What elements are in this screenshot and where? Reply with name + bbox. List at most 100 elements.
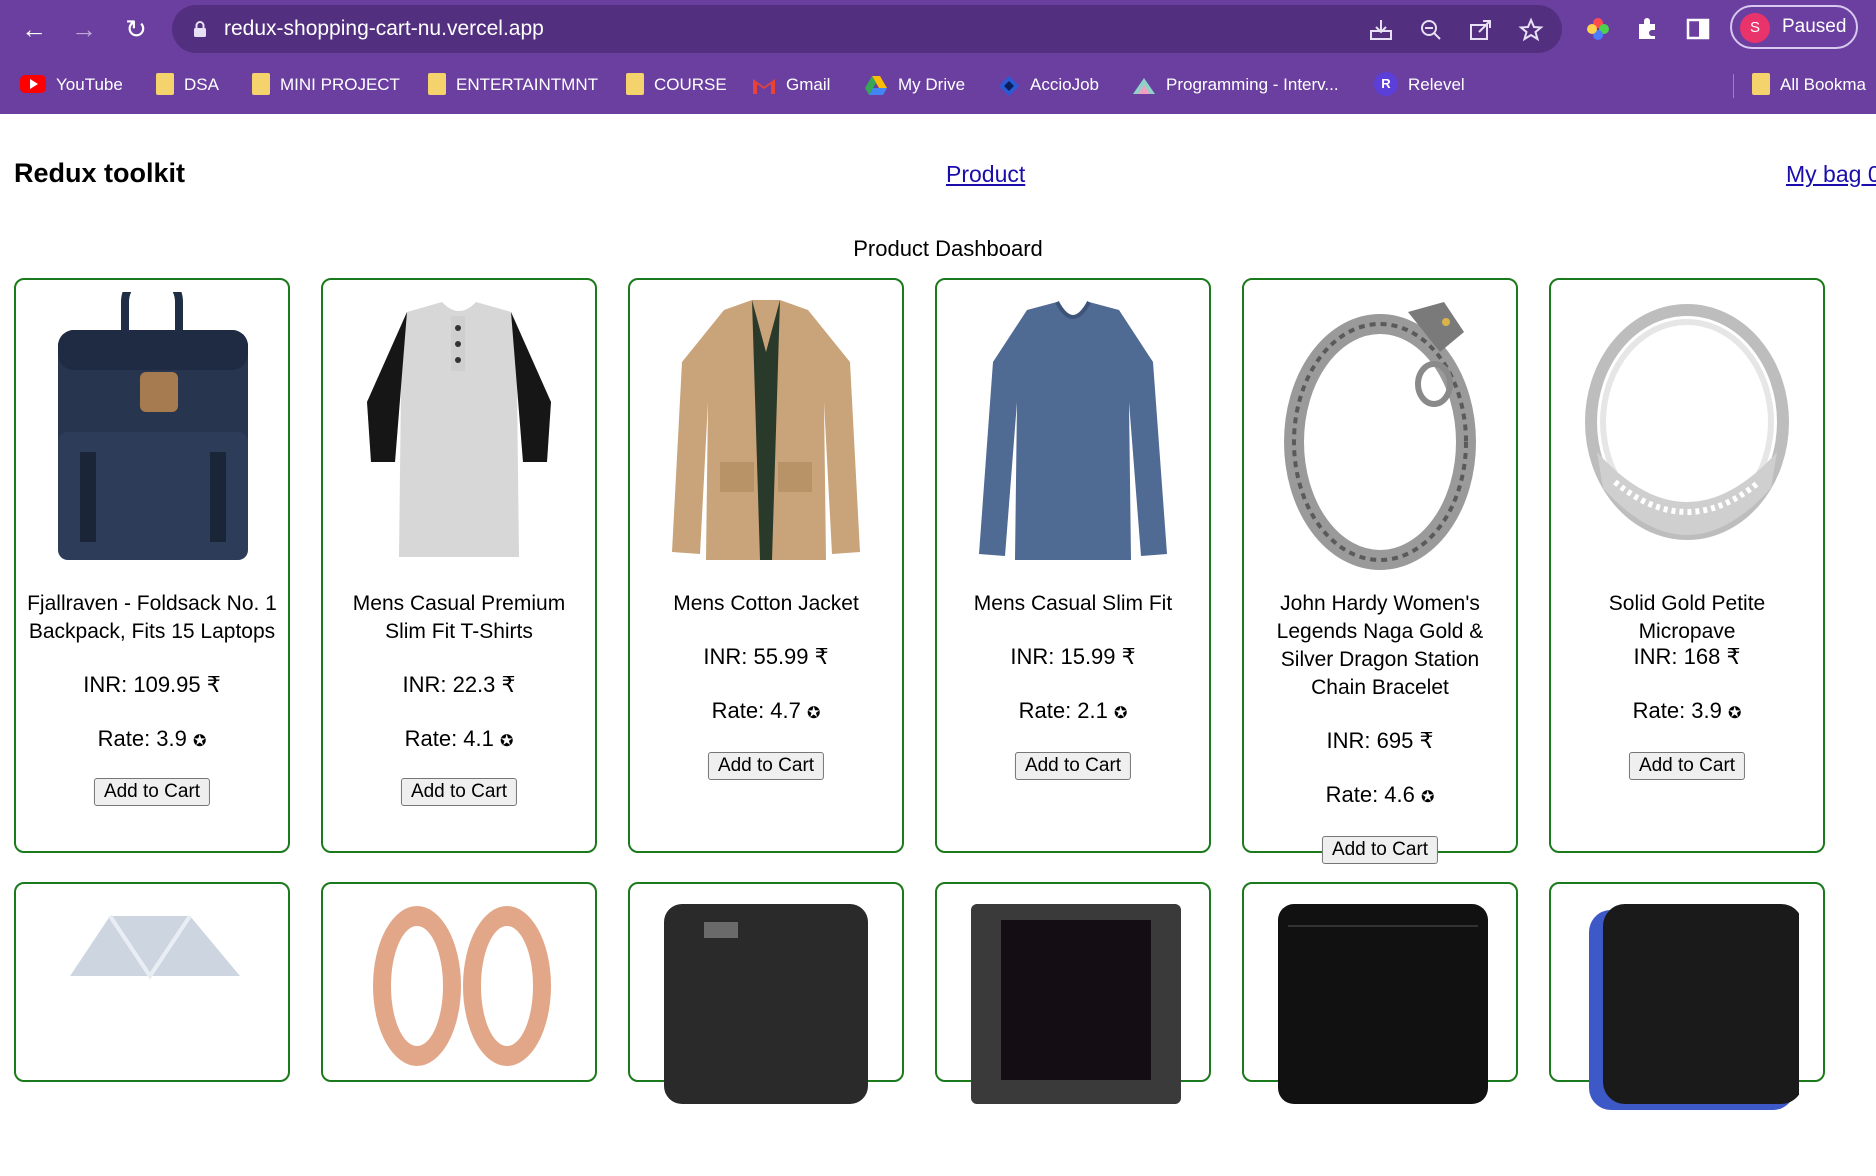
forward-arrow-icon[interactable]: → xyxy=(68,13,100,45)
backpack-image xyxy=(58,292,248,560)
product-card: Mens Cotton Jacket INR: 55.99 ₹ Rate: 4.… xyxy=(628,278,904,853)
product-title: Mens Cotton Jacket xyxy=(673,592,859,615)
ring-image xyxy=(1585,304,1789,540)
product-price: INR: 168 ₹ xyxy=(1633,644,1741,669)
product-card: John Hardy Women's Legends Naga Gold & S… xyxy=(1242,278,1518,864)
bookmarks-divider xyxy=(1733,74,1734,98)
product-title: Fjallraven - Foldsack No. 1 Backpack, Fi… xyxy=(27,592,277,643)
add-to-cart-button[interactable]: Add to Cart xyxy=(1628,752,1746,780)
product-card xyxy=(321,882,597,1082)
reload-icon[interactable]: ↻ xyxy=(120,13,152,45)
share-icon[interactable] xyxy=(1468,17,1494,43)
earrings-image xyxy=(373,906,551,1066)
bookmark-gmail[interactable]: Gmail xyxy=(752,70,830,100)
youtube-icon xyxy=(20,74,46,93)
product-price: INR: 15.99 ₹ xyxy=(1010,644,1136,669)
relevel-icon: R xyxy=(1374,71,1398,96)
address-bar[interactable]: redux-shopping-cart-nu.vercel.app xyxy=(172,5,1562,53)
product-card xyxy=(1242,882,1518,1104)
external-drive-image xyxy=(1589,904,1799,1110)
folder-icon xyxy=(252,72,270,95)
star-icon: ✪ xyxy=(1114,705,1128,722)
install-app-icon[interactable] xyxy=(1368,17,1394,43)
page-title: Redux toolkit xyxy=(14,158,186,188)
bookmark-entertaintmnt[interactable]: ENTERTAINTMNT xyxy=(428,70,598,100)
extensions-puzzle-icon[interactable] xyxy=(1634,15,1662,43)
product-rating: Rate: 4.7 ✪ xyxy=(711,698,821,723)
my-bag-link[interactable]: My bag 0 xyxy=(1786,161,1876,188)
product-link[interactable]: Product xyxy=(946,161,1025,188)
jacket-image xyxy=(672,300,860,560)
hard-drive-image xyxy=(664,904,868,1104)
back-arrow-icon[interactable]: ← xyxy=(18,13,50,45)
profile-button[interactable]: S Paused xyxy=(1730,5,1858,49)
product-rating: Rate: 3.9 ✪ xyxy=(1632,698,1742,723)
product-price: INR: 109.95 ₹ xyxy=(83,672,221,697)
tshirt-image xyxy=(367,302,551,557)
bookmark-my-drive[interactable]: My Drive xyxy=(864,70,965,100)
product-title: Mens Casual Slim Fit xyxy=(973,592,1173,615)
bracelet-image xyxy=(1284,302,1476,570)
bookmark-youtube[interactable]: YouTube xyxy=(20,70,123,100)
product-title: Solid Gold Petite Micropave xyxy=(1608,592,1766,643)
product-card xyxy=(1549,882,1825,1110)
product-card: Mens Casual Slim Fit INR: 15.99 ₹ Rate: … xyxy=(935,278,1211,853)
add-to-cart-button[interactable]: Add to Cart xyxy=(1014,752,1132,780)
folder-icon xyxy=(156,72,174,95)
bookmark-acciojob[interactable]: AccioJob xyxy=(998,70,1099,100)
acciojob-icon xyxy=(999,75,1019,96)
ssd-image xyxy=(1278,904,1488,1104)
ring-image xyxy=(70,914,240,980)
product-rating: Rate: 4.1 ✪ xyxy=(404,726,514,751)
folder-icon xyxy=(1752,72,1770,95)
folder-icon xyxy=(626,72,644,95)
folder-icon xyxy=(428,72,446,95)
star-icon: ✪ xyxy=(807,705,821,722)
color-extension-icon[interactable] xyxy=(1584,15,1612,43)
add-to-cart-button[interactable]: Add to Cart xyxy=(1321,836,1439,864)
ssd-image xyxy=(971,904,1181,1104)
product-title: John Hardy Women's Legends Naga Gold & S… xyxy=(1276,592,1484,699)
product-card xyxy=(628,882,904,1104)
add-to-cart-button[interactable]: Add to Cart xyxy=(400,778,518,806)
product-price: INR: 695 ₹ xyxy=(1326,728,1434,753)
bookmark-mini-project[interactable]: MINI PROJECT xyxy=(252,70,400,100)
bookmarks-bar: YouTube DSA MINI PROJECT ENTERTAINTMNT C… xyxy=(0,62,1876,108)
add-to-cart-button[interactable]: Add to Cart xyxy=(707,752,825,780)
product-title: Mens Casual Premium Slim Fit T-Shirts xyxy=(352,592,566,643)
product-price: INR: 22.3 ₹ xyxy=(402,672,516,697)
side-panel-icon[interactable] xyxy=(1684,15,1712,43)
add-to-cart-button[interactable]: Add to Cart xyxy=(93,778,211,806)
dashboard-title: Product Dashboard xyxy=(853,236,1043,261)
url-text: redux-shopping-cart-nu.vercel.app xyxy=(224,17,544,40)
browser-toolbar: ← → ↻ redux-shopping-cart-nu.vercel.app xyxy=(0,0,1876,57)
product-rating: Rate: 4.6 ✪ xyxy=(1325,782,1435,807)
bookmark-all-bookmarks[interactable]: All Bookma xyxy=(1752,70,1866,100)
browser-chrome: ← → ↻ redux-shopping-cart-nu.vercel.app xyxy=(0,0,1876,114)
star-icon: ✪ xyxy=(500,733,514,750)
drive-icon xyxy=(865,75,887,95)
programming-icon xyxy=(1133,77,1155,94)
product-card: Mens Casual Premium Slim Fit T-Shirts IN… xyxy=(321,278,597,853)
product-card: Fjallraven - Foldsack No. 1 Backpack, Fi… xyxy=(14,278,290,853)
product-card xyxy=(14,882,290,1082)
product-price: INR: 55.99 ₹ xyxy=(703,644,829,669)
bookmark-dsa[interactable]: DSA xyxy=(156,70,219,100)
product-card: Solid Gold Petite Micropave INR: 168 ₹ R… xyxy=(1549,278,1825,853)
bookmark-course[interactable]: COURSE xyxy=(626,70,727,100)
bookmark-relevel[interactable]: R Relevel xyxy=(1374,70,1465,100)
star-icon: ✪ xyxy=(1728,705,1742,722)
lock-icon xyxy=(194,21,206,37)
product-rating: Rate: 3.9 ✪ xyxy=(97,726,207,751)
profile-status: Paused xyxy=(1782,16,1847,37)
product-card xyxy=(935,882,1211,1104)
bookmark-star-icon[interactable] xyxy=(1518,17,1544,43)
avatar: S xyxy=(1740,13,1770,43)
bookmark-programming[interactable]: Programming - Interv... xyxy=(1132,70,1339,100)
gmail-icon xyxy=(753,78,775,94)
star-icon: ✪ xyxy=(1421,789,1435,806)
long-sleeve-shirt-image xyxy=(979,301,1167,560)
star-icon: ✪ xyxy=(193,733,207,750)
product-rating: Rate: 2.1 ✪ xyxy=(1018,698,1128,723)
zoom-out-icon[interactable] xyxy=(1418,17,1444,43)
